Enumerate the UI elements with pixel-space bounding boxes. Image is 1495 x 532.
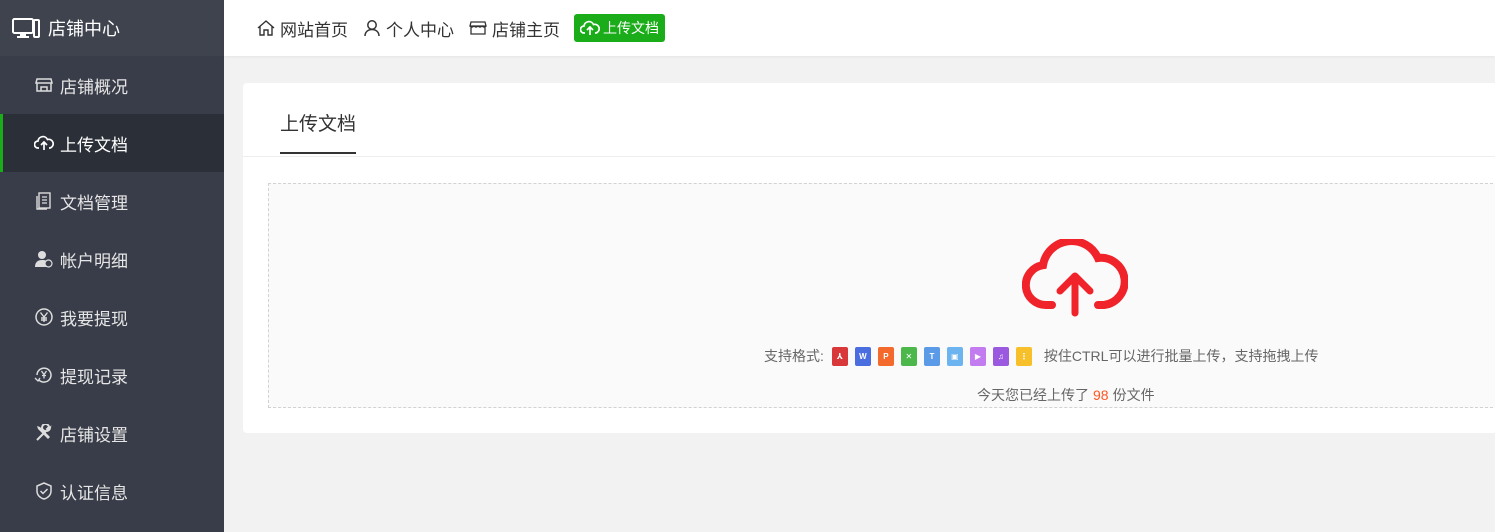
sidebar-item-store-overview[interactable]: 店铺概况: [0, 56, 224, 114]
cloud-upload-icon: [34, 133, 54, 153]
monitor-icon: [12, 17, 42, 39]
supported-formats: 支持格式: ⅄ W P ✕ T ▣ ▶ ♫ ⋮ 按住CTRL可以进行批量上传，支…: [764, 346, 1318, 366]
sidebar-item-account-details[interactable]: 帐户明细: [0, 230, 224, 288]
sidebar-item-verification[interactable]: 认证信息: [0, 462, 224, 520]
word-icon: W: [854, 346, 871, 366]
header-upload-button[interactable]: 上传文档: [574, 14, 665, 42]
user-account-icon: [34, 249, 54, 269]
sidebar-item-label: 认证信息: [60, 483, 128, 503]
sidebar-item-label: 上传文档: [60, 135, 128, 155]
upload-button-label: 上传文档: [603, 20, 659, 36]
sidebar-item-withdraw[interactable]: 我要提现: [0, 288, 224, 346]
sidebar-brand[interactable]: 店铺中心: [0, 0, 224, 56]
yen-record-icon: [34, 365, 54, 385]
sidebar-item-label: 店铺概况: [60, 77, 128, 97]
sidebar-item-label: 帐户明细: [60, 251, 128, 271]
tab-bar: 上传文档: [243, 83, 1495, 157]
sidebar-item-withdraw-records[interactable]: 提现记录: [0, 346, 224, 404]
excel-icon: ✕: [900, 346, 917, 366]
header-link-personal-center[interactable]: 个人中心: [362, 16, 454, 41]
cloud-upload-icon: [580, 19, 600, 37]
cloud-upload-icon[interactable]: [1022, 239, 1128, 319]
document-icon: [34, 191, 54, 211]
shield-check-icon: [34, 481, 54, 501]
pdf-icon: ⅄: [831, 346, 848, 366]
sidebar: 店铺中心 店铺概况 上传文档 文档管理 帐户明细 我要提现 提现记录 店铺设置 …: [0, 0, 224, 532]
header-link-label: 个人中心: [386, 20, 454, 40]
tools-icon: [34, 423, 54, 443]
image-icon: ▣: [946, 346, 963, 366]
audio-icon: ♫: [992, 346, 1009, 366]
sidebar-item-label: 文档管理: [60, 193, 128, 213]
header-link-label: 店铺主页: [492, 20, 560, 40]
sidebar-nav: 店铺概况 上传文档 文档管理 帐户明细 我要提现 提现记录 店铺设置 认证信息: [0, 56, 224, 520]
count-prefix: 今天您已经上传了: [977, 387, 1089, 403]
ppt-icon: P: [877, 346, 894, 366]
video-icon: ▶: [969, 346, 986, 366]
yen-icon: [34, 307, 54, 327]
sidebar-item-upload-document[interactable]: 上传文档: [0, 114, 224, 172]
upload-panel: 上传文档 支持格式: ⅄ W P ✕ T ▣ ▶ ♫ ⋮ 按住CTRL可以进行批…: [243, 83, 1495, 433]
upload-count: 今天您已经上传了 98 份文件: [977, 385, 1155, 405]
header-link-label: 网站首页: [280, 20, 348, 40]
txt-icon: T: [923, 346, 940, 366]
store-icon: [468, 18, 488, 38]
upload-tip: 按住CTRL可以进行批量上传，支持拖拽上传: [1043, 348, 1319, 364]
sidebar-item-label: 提现记录: [60, 367, 128, 387]
user-icon: [362, 18, 382, 38]
zip-icon: ⋮: [1015, 346, 1032, 366]
sidebar-item-store-settings[interactable]: 店铺设置: [0, 404, 224, 462]
sidebar-item-label: 我要提现: [60, 309, 128, 329]
formats-label: 支持格式:: [764, 348, 824, 364]
header-link-home[interactable]: 网站首页: [256, 16, 348, 41]
header-link-store-home[interactable]: 店铺主页: [468, 16, 560, 41]
tab-upload-document[interactable]: 上传文档: [280, 109, 357, 154]
brand-title: 店铺中心: [48, 19, 120, 39]
store-icon: [34, 75, 54, 95]
upload-dropzone[interactable]: 支持格式: ⅄ W P ✕ T ▣ ▶ ♫ ⋮ 按住CTRL可以进行批量上传，支…: [268, 183, 1495, 408]
count-value: 98: [1093, 387, 1109, 403]
sidebar-item-label: 店铺设置: [60, 425, 128, 445]
sidebar-item-document-management[interactable]: 文档管理: [0, 172, 224, 230]
count-suffix: 份文件: [1112, 387, 1155, 403]
home-icon: [256, 18, 276, 38]
top-header: 网站首页 个人中心 店铺主页 上传文档: [224, 0, 1495, 56]
